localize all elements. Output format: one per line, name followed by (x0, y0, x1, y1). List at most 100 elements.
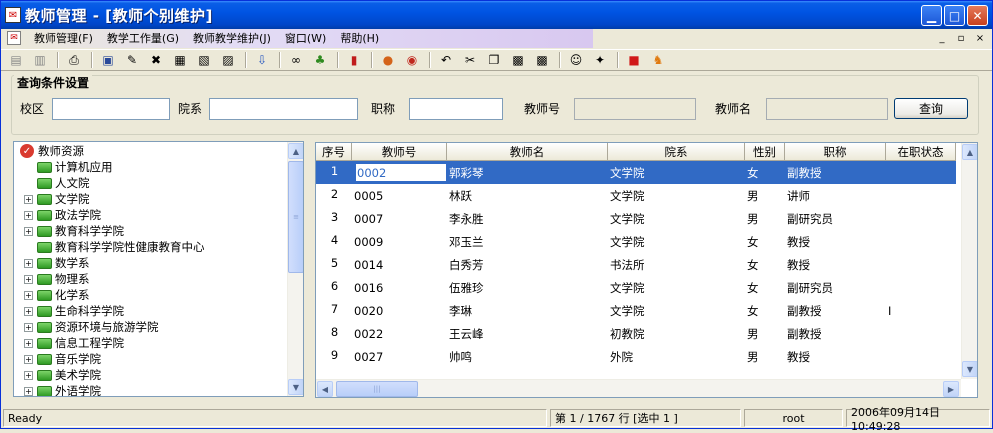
table-cell[interactable]: 副教授 (785, 299, 886, 322)
menu-item-3[interactable]: 窗口(W) (278, 31, 333, 46)
tree-item[interactable]: + 教育科学学院 (24, 223, 124, 239)
table-cell[interactable]: 郭彩琴 (447, 161, 608, 184)
mdi-close-button[interactable]: × (972, 31, 988, 45)
mdi-restore-button[interactable]: ▫ (953, 31, 969, 45)
table-cell[interactable]: 教授 (785, 253, 886, 276)
table-cell[interactable] (886, 207, 956, 230)
dept-input[interactable] (209, 98, 358, 120)
expand-icon[interactable]: + (24, 290, 33, 300)
scroll-left-icon[interactable]: ◀ (317, 381, 333, 397)
table-cell[interactable] (886, 230, 956, 253)
paste-icon[interactable]: ▩ (507, 50, 529, 70)
grid-hscrollbar[interactable]: ◀ ||| ▶ (316, 379, 961, 397)
table-cell[interactable]: 0014 (352, 253, 447, 276)
table-row[interactable]: 8 0022 王云峰 初教院男副教授 (316, 322, 956, 345)
table-row[interactable]: 5 0014 白秀芳 书法所女教授 (316, 253, 956, 276)
table-cell[interactable]: 教授 (785, 230, 886, 253)
tree-item[interactable]: 教育科学学院性健康教育中心 (24, 239, 205, 255)
tree-item[interactable]: + 信息工程学院 (24, 335, 124, 351)
table-cell[interactable]: 外院 (608, 345, 745, 368)
table-cell[interactable]: 邓玉兰 (447, 230, 608, 253)
run-icon[interactable]: ♞ (647, 50, 669, 70)
table-cell[interactable]: 0020 (352, 299, 447, 322)
tree-item[interactable]: + 物理系 (24, 271, 90, 287)
expand-icon[interactable]: + (24, 258, 33, 268)
table-row[interactable]: 7 0020 李琳 文学院女副教授 I (316, 299, 956, 322)
grid-hscroll-thumb[interactable]: ||| (336, 381, 418, 397)
scroll-down-icon[interactable]: ▼ (288, 379, 303, 395)
column-header[interactable]: 在职状态 (886, 143, 956, 161)
table-cell[interactable]: 男 (745, 345, 785, 368)
table-cell[interactable]: 副研究员 (785, 207, 886, 230)
search-button[interactable]: 查询 (894, 98, 968, 119)
tree-item[interactable]: 人文院 (24, 175, 90, 191)
tree-item[interactable]: + 音乐学院 (24, 351, 101, 367)
minimize-button[interactable]: ▁ (921, 5, 942, 26)
table-cell[interactable] (886, 276, 956, 299)
column-header[interactable]: 性别 (745, 143, 785, 161)
print-icon[interactable]: ⎙ (63, 50, 85, 70)
expand-icon[interactable]: + (24, 370, 33, 380)
teacher-no-input[interactable] (574, 98, 696, 120)
menu-item-4[interactable]: 帮助(H) (333, 31, 386, 46)
disk-icon[interactable]: ▦ (169, 50, 191, 70)
table-cell[interactable]: 0016 (352, 276, 447, 299)
column-header[interactable]: 教师名 (447, 143, 608, 161)
cancel-icon[interactable]: ✖ (145, 50, 167, 70)
table-cell[interactable] (886, 345, 956, 368)
table-cell[interactable]: 副教授 (785, 161, 886, 184)
table-cell[interactable]: 文学院 (608, 276, 745, 299)
table-cell[interactable]: 0007 (352, 207, 447, 230)
globe-icon[interactable]: ● (377, 50, 399, 70)
tree-root[interactable]: ✓ 教师资源 (16, 143, 84, 159)
table-cell[interactable]: 女 (745, 161, 785, 184)
expand-icon[interactable]: + (24, 274, 33, 284)
new-icon[interactable]: ▤ (5, 50, 27, 70)
tree-item[interactable]: + 化学系 (24, 287, 90, 303)
title-input[interactable] (409, 98, 503, 120)
expand-icon[interactable]: + (24, 354, 33, 364)
undo-icon[interactable]: ↶ (435, 50, 457, 70)
mdi-minimize-button[interactable]: _ (934, 31, 950, 45)
table-cell[interactable]: 0022 (352, 322, 447, 345)
tree-scroll-thumb[interactable]: ≡ (288, 161, 303, 273)
table-cell[interactable]: 帅鸣 (447, 345, 608, 368)
table-cell[interactable]: 女 (745, 299, 785, 322)
cut-icon[interactable]: ✂ (459, 50, 481, 70)
calc-icon[interactable]: ▧ (193, 50, 215, 70)
table-cell[interactable] (886, 184, 956, 207)
tree-item[interactable]: + 美术学院 (24, 367, 101, 383)
tree-item[interactable]: + 资源环境与旅游学院 (24, 319, 159, 335)
table-row[interactable]: 1 0002 郭彩琴 文学院女副教授 (316, 161, 956, 184)
table-row[interactable]: 2 0005 林跃 文学院男讲师 (316, 184, 956, 207)
table-cell[interactable]: 0002 (352, 161, 447, 184)
scroll-up-icon[interactable]: ▲ (962, 144, 977, 160)
grid-vscrollbar[interactable]: ▲ ▼ (961, 143, 977, 379)
document-icon[interactable]: ✉ (7, 31, 21, 45)
table-cell[interactable]: 0027 (352, 345, 447, 368)
column-header[interactable]: 序号 (316, 143, 352, 161)
table-row[interactable]: 3 0007 李永胜 文学院男副研究员 (316, 207, 956, 230)
expand-icon[interactable]: + (24, 226, 33, 236)
campus-input[interactable] (52, 98, 170, 120)
tree-item[interactable]: + 生命科学学院 (24, 303, 124, 319)
trash-icon[interactable]: ▨ (217, 50, 239, 70)
edit-icon[interactable]: ✎ (121, 50, 143, 70)
tree-item[interactable]: 计算机应用 (24, 159, 113, 175)
table-cell[interactable]: 李永胜 (447, 207, 608, 230)
menu-item-2[interactable]: 教师教学维护(J) (186, 31, 278, 46)
table-cell[interactable]: 李琳 (447, 299, 608, 322)
table-cell[interactable]: 文学院 (608, 230, 745, 253)
column-header[interactable]: 教师号 (352, 143, 447, 161)
table-cell[interactable] (886, 253, 956, 276)
table-cell[interactable]: 讲师 (785, 184, 886, 207)
table-cell[interactable]: I (886, 299, 956, 322)
table-cell[interactable]: 文学院 (608, 207, 745, 230)
tree-item[interactable]: + 数学系 (24, 255, 90, 271)
table-cell[interactable]: 王云峰 (447, 322, 608, 345)
tree-item[interactable]: + 外语学院 (24, 383, 101, 396)
table-row[interactable]: 6 0016 伍雅珍 文学院女副研究员 (316, 276, 956, 299)
table-cell[interactable]: 女 (745, 230, 785, 253)
table-cell[interactable]: 文学院 (608, 299, 745, 322)
table-cell[interactable]: 初教院 (608, 322, 745, 345)
